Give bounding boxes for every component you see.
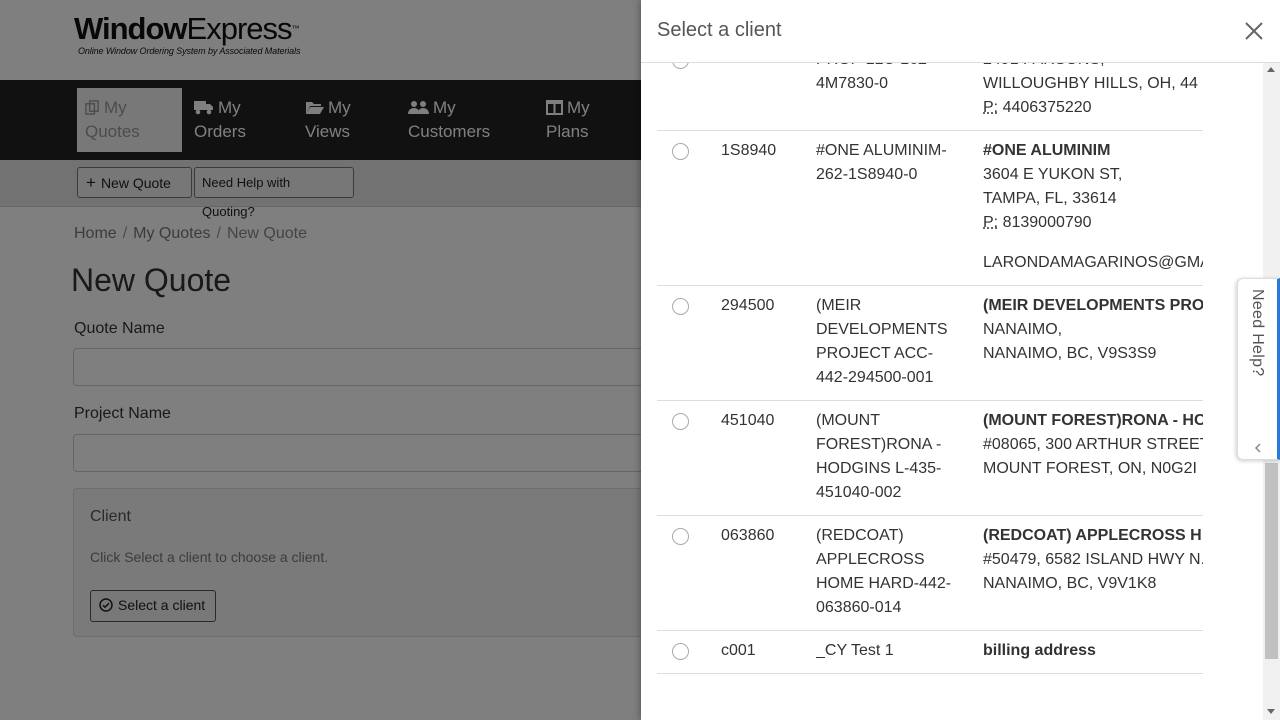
chevron-left-icon <box>1254 443 1261 453</box>
address-phone: P: 8139000790 <box>983 211 1203 235</box>
client-id: 1S8940 <box>721 130 816 286</box>
address-email: LARONDAMAGARINOS@GMA <box>983 254 1203 271</box>
address-name: #ONE ALUMINIM <box>983 142 1111 159</box>
client-radio[interactable] <box>672 298 689 315</box>
address-name: billing address <box>983 642 1096 659</box>
client-name-line: _CY Test 1 <box>816 642 894 659</box>
client-radio[interactable] <box>672 413 689 430</box>
client-id: 451040 <box>721 400 816 516</box>
phone-number: 4406375220 <box>1002 99 1092 116</box>
client-id: c001 <box>721 630 816 674</box>
phone-prefix: P: <box>983 214 999 231</box>
address-name: (MEIR DEVELOPMENTS PRO <box>983 297 1203 314</box>
client-name: _CY Test 1 <box>816 630 983 674</box>
select-client-panel: Select a client PROP LLC-162- 4M7830-0 249… <box>641 0 1280 720</box>
client-name-line: FOREST)RONA - <box>816 436 942 453</box>
client-row[interactable]: 1S8940 #ONE ALUMINIM- 262-1S8940-0 #ONE ALU… <box>657 130 1203 286</box>
client-address: (REDCOAT) APPLECROSS H #50479, 6582 ISLAN… <box>983 515 1203 631</box>
client-row[interactable]: 451040 (MOUNT FOREST)RONA - HODGINS L-435- 4… <box>657 400 1203 516</box>
scroll-thumb[interactable] <box>1265 463 1278 659</box>
client-name-line: 442-294500-001 <box>816 369 934 386</box>
address-line: #50479, 6582 ISLAND HWY N. <box>983 551 1203 568</box>
client-radio-cell <box>657 630 721 674</box>
client-radio[interactable] <box>672 143 689 160</box>
client-list: PROP LLC-162- 4M7830-0 2491 PARSONS, WILLOU… <box>657 63 1203 720</box>
client-row[interactable]: c001 _CY Test 1 billing address <box>657 630 1203 674</box>
client-radio-cell <box>657 285 721 401</box>
client-address: (MOUNT FOREST)RONA - HC #08065, 300 ARTHU… <box>983 400 1203 516</box>
client-name-line: (MEIR <box>816 297 862 314</box>
client-radio[interactable] <box>672 63 689 69</box>
client-name: (MEIR DEVELOPMENTS PROJECT ACC- 442-294500-… <box>816 285 983 401</box>
client-radio-cell <box>657 63 721 131</box>
address-name: (REDCOAT) APPLECROSS H <box>983 527 1202 544</box>
client-name-line: HOME HARD-442- <box>816 575 952 592</box>
client-radio[interactable] <box>672 643 689 660</box>
address-line: NANAIMO, BC, V9S3S9 <box>983 345 1157 362</box>
client-name-line: #ONE ALUMINIM- <box>816 142 947 159</box>
client-address: 2491 PARSONS, WILLOUGHBY HILLS, OH, 44 P: … <box>983 63 1203 131</box>
client-name: (REDCOAT) APPLECROSS HOME HARD-442- 063860-… <box>816 515 983 631</box>
address-line: NANAIMO, <box>983 321 1063 338</box>
close-icon[interactable] <box>1243 20 1265 42</box>
client-name: PROP LLC-162- 4M7830-0 <box>816 63 983 131</box>
client-address: #ONE ALUMINIM 3604 E YUKON ST, TAMPA, FL, … <box>983 130 1203 286</box>
client-name-line: PROJECT ACC- <box>816 345 934 362</box>
address-line: WILLOUGHBY HILLS, OH, 44 <box>983 75 1198 92</box>
scroll-down-arrow[interactable] <box>1267 709 1275 714</box>
client-name-line: APPLECROSS <box>816 551 925 568</box>
client-name: #ONE ALUMINIM- 262-1S8940-0 <box>816 130 983 286</box>
client-radio-cell <box>657 515 721 631</box>
address-line: #08065, 300 ARTHUR STREET <box>983 436 1203 453</box>
client-address: billing address <box>983 630 1203 674</box>
client-name-line: (REDCOAT) <box>816 527 904 544</box>
client-id <box>721 63 816 131</box>
need-help-tab[interactable]: Need Help? <box>1237 278 1280 460</box>
client-name-line: DEVELOPMENTS <box>816 321 948 338</box>
address-line: NANAIMO, BC, V9V1K8 <box>983 575 1157 592</box>
client-name-line: 262-1S8940-0 <box>816 166 918 183</box>
client-row[interactable]: PROP LLC-162- 4M7830-0 2491 PARSONS, WILLOU… <box>657 63 1203 131</box>
panel-title: Select a client <box>657 19 782 41</box>
client-radio[interactable] <box>672 528 689 545</box>
phone-number: 8139000790 <box>1002 214 1092 231</box>
address-line: MOUNT FOREST, ON, N0G2I <box>983 460 1197 477</box>
client-address: (MEIR DEVELOPMENTS PRO NANAIMO, NANAIMO, B… <box>983 285 1203 401</box>
client-name: (MOUNT FOREST)RONA - HODGINS L-435- 451040-… <box>816 400 983 516</box>
phone-prefix: P: <box>983 99 999 116</box>
address-phone: P: 4406375220 <box>983 96 1203 120</box>
client-name-line: HODGINS L-435- <box>816 460 942 477</box>
client-row[interactable]: 063860 (REDCOAT) APPLECROSS HOME HARD-442- 0… <box>657 515 1203 631</box>
need-help-label: Need Help? <box>1249 289 1266 377</box>
address-line: 3604 E YUKON ST, <box>983 166 1123 183</box>
client-row[interactable]: 294500 (MEIR DEVELOPMENTS PROJECT ACC- 442-2… <box>657 285 1203 401</box>
client-radio-cell <box>657 130 721 286</box>
client-name-line: (MOUNT <box>816 412 880 429</box>
client-name-line: 063860-014 <box>816 599 902 616</box>
client-name-line: 4M7830-0 <box>816 75 889 92</box>
address-line: 2491 PARSONS, <box>983 63 1203 72</box>
client-name-line: PROP LLC-162- <box>816 63 975 72</box>
scroll-up-arrow[interactable] <box>1267 67 1275 72</box>
client-table: PROP LLC-162- 4M7830-0 2491 PARSONS, WILLOU… <box>657 63 1203 674</box>
client-name-line: 451040-002 <box>816 484 902 501</box>
client-radio-cell <box>657 400 721 516</box>
address-line: TAMPA, FL, 33614 <box>983 190 1117 207</box>
panel-header: Select a client <box>641 0 1280 63</box>
address-name: (MOUNT FOREST)RONA - HC <box>983 412 1203 429</box>
client-id: 063860 <box>721 515 816 631</box>
client-id: 294500 <box>721 285 816 401</box>
